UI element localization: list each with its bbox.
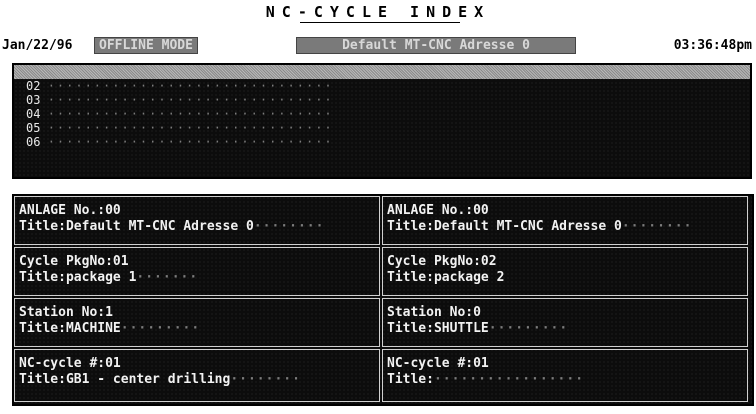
left-station-field[interactable]: Station No:1 Title:MACHINE········· bbox=[14, 298, 380, 347]
cycle-list[interactable]: 02 ······························· 03 ··… bbox=[12, 63, 752, 179]
list-item[interactable]: 04 ······························· bbox=[14, 107, 750, 121]
left-cycle-field[interactable]: Cycle PkgNo:01 Title:package 1······· bbox=[14, 247, 380, 296]
list-item-fill: ······························· bbox=[47, 93, 334, 107]
time-display: 03:36:48pm bbox=[673, 38, 752, 53]
list-item[interactable]: 02 ······························· bbox=[14, 79, 750, 93]
list-item[interactable]: 05 ······························· bbox=[14, 121, 750, 135]
list-item[interactable]: 06 ······························· bbox=[14, 135, 750, 149]
right-cycle-number: Cycle PkgNo:02 bbox=[387, 254, 497, 269]
right-anlage-title: Title:Default MT-CNC Adresse 0 bbox=[387, 219, 622, 234]
left-station-title: Title:MACHINE bbox=[19, 321, 121, 336]
left-anlage-number: ANLAGE No.:00 bbox=[19, 203, 121, 218]
left-station-fill: ········· bbox=[120, 321, 201, 336]
right-station-fill: ········· bbox=[488, 321, 569, 336]
left-anlage-field[interactable]: ANLAGE No.:00 Title:Default MT-CNC Adres… bbox=[14, 196, 380, 245]
left-nc-cycle-fill: ········ bbox=[230, 372, 301, 387]
list-item-number: 02 bbox=[26, 79, 41, 93]
right-cycle-field[interactable]: Cycle PkgNo:02 Title:package 2 bbox=[382, 247, 748, 296]
right-station-field[interactable]: Station No:0 Title:SHUTTLE········· bbox=[382, 298, 748, 347]
right-nc-cycle-number: NC-cycle #:01 bbox=[387, 356, 489, 371]
right-nc-cycle-field[interactable]: NC-cycle #:01 Title:················· bbox=[382, 349, 748, 402]
left-anlage-title: Title:Default MT-CNC Adresse 0 bbox=[19, 219, 254, 234]
status-bar: Jan/22/96 OFFLINE MODE Default MT-CNC Ad… bbox=[0, 36, 756, 54]
list-item[interactable]: 03 ······························· bbox=[14, 93, 750, 107]
list-item-fill: ······························· bbox=[47, 79, 334, 93]
left-cycle-fill: ······· bbox=[136, 270, 199, 285]
right-station-number: Station No:0 bbox=[387, 305, 481, 320]
left-nc-cycle-number: NC-cycle #:01 bbox=[19, 356, 121, 371]
title-underline bbox=[300, 22, 460, 23]
list-item-fill: ······························· bbox=[47, 135, 334, 149]
list-item-number: 06 bbox=[26, 135, 41, 149]
list-item-number: 05 bbox=[26, 121, 41, 135]
list-item-fill: ······························· bbox=[47, 107, 334, 121]
right-nc-cycle-fill: ················· bbox=[433, 372, 585, 387]
left-nc-cycle-title: Title:GB1 - center drilling bbox=[19, 372, 231, 387]
right-station-title: Title:SHUTTLE bbox=[387, 321, 489, 336]
list-selected-row[interactable] bbox=[14, 65, 750, 79]
list-item-number: 04 bbox=[26, 107, 41, 121]
left-station-number: Station No:1 bbox=[19, 305, 113, 320]
left-cycle-title: Title:package 1 bbox=[19, 270, 137, 285]
right-anlage-fill: ········ bbox=[621, 219, 693, 234]
left-cycle-number: Cycle PkgNo:01 bbox=[19, 254, 129, 269]
right-nc-cycle-title: Title: bbox=[387, 372, 434, 387]
offline-mode-badge[interactable]: OFFLINE MODE bbox=[94, 37, 198, 54]
list-item-number: 03 bbox=[26, 93, 41, 107]
right-anlage-field[interactable]: ANLAGE No.:00 Title:Default MT-CNC Adres… bbox=[382, 196, 748, 245]
left-anlage-fill: ········ bbox=[253, 219, 325, 234]
cnc-address-display[interactable]: Default MT-CNC Adresse 0 bbox=[296, 37, 576, 54]
window-title: NC-CYCLE INDEX bbox=[265, 3, 491, 21]
left-nc-cycle-field[interactable]: NC-cycle #:01 Title:GB1 - center drillin… bbox=[14, 349, 380, 402]
detail-panels: ANLAGE No.:00 Title:Default MT-CNC Adres… bbox=[12, 194, 754, 406]
list-item-fill: ······························· bbox=[47, 121, 334, 135]
right-cycle-title: Title:package 2 bbox=[387, 270, 505, 285]
date-display: Jan/22/96 bbox=[2, 38, 73, 53]
right-anlage-number: ANLAGE No.:00 bbox=[387, 203, 489, 218]
